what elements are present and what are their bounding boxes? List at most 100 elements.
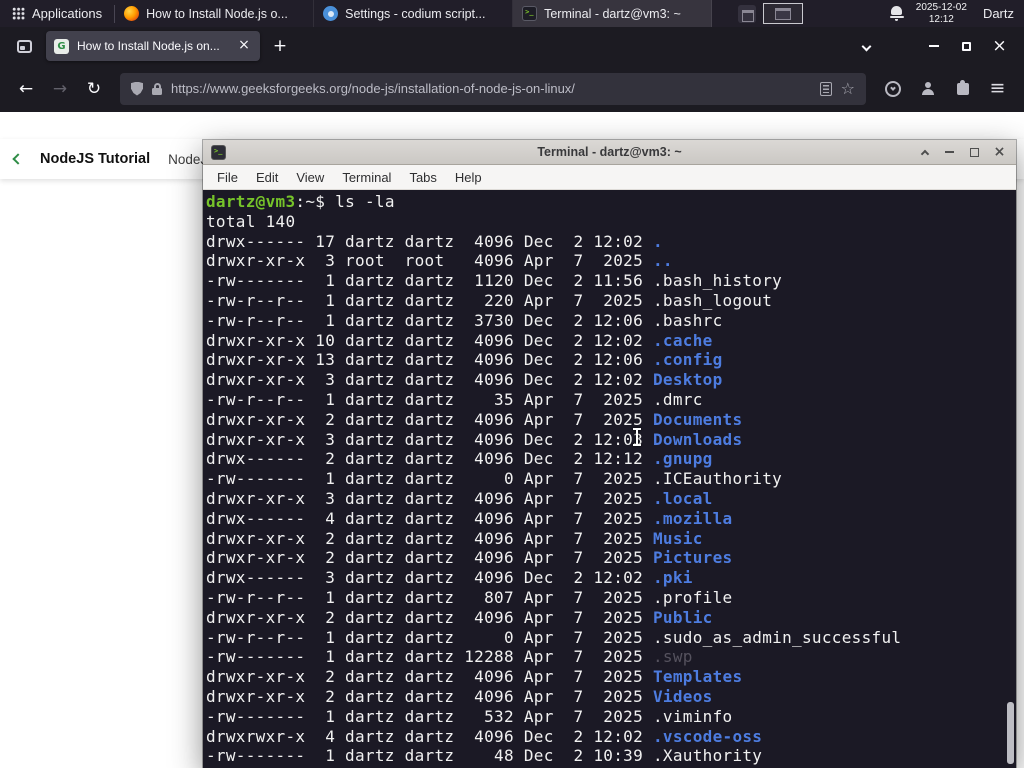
listing-meta: -rw------- 1 dartz dartz 48 Dec 2 10:39 <box>206 746 653 766</box>
listing-meta: drwxr-xr-x 13 dartz dartz 4096 Dec 2 12:… <box>206 350 653 370</box>
tracking-protection-shield-icon[interactable] <box>131 81 143 96</box>
taskbar: How to Install Node.js o... Settings - co… <box>115 0 713 27</box>
puzzle-icon <box>956 79 969 95</box>
terminal-minimize-button[interactable] <box>941 144 958 161</box>
terminal-listing-line: drwxr-xr-x 10 dartz dartz 4096 Dec 2 12:… <box>206 331 1016 351</box>
terminal-listing-line: -rw------- 1 dartz dartz 12288 Apr 7 202… <box>206 647 1016 667</box>
listing-name: .local <box>652 488 713 508</box>
notification-bell-icon[interactable] <box>889 5 904 22</box>
listing-meta: drwxr-xr-x 2 dartz dartz 4096 Apr 7 2025 <box>206 667 653 687</box>
terminal-scrollbar-thumb[interactable] <box>1007 702 1014 764</box>
listing-meta: drwx------ 2 dartz dartz 4096 Dec 2 12:1… <box>206 449 653 469</box>
minimize-button[interactable] <box>917 32 950 60</box>
settings-icon <box>323 6 339 21</box>
chevron-down-icon <box>861 41 871 51</box>
menu-edit[interactable]: Edit <box>247 170 287 185</box>
listing-meta: -rw------- 1 dartz dartz 12288 Apr 7 202… <box>206 647 653 667</box>
lock-icon[interactable] <box>152 82 162 95</box>
list-all-tabs-button[interactable] <box>851 32 881 60</box>
site-nav-title[interactable]: NodeJS Tutorial <box>40 151 150 167</box>
pocket-icon <box>884 80 901 97</box>
terminal-listing-line: -rw-r--r-- 1 dartz dartz 220 Apr 7 2025 … <box>206 291 1016 311</box>
terminal-close-button[interactable]: × <box>991 144 1008 161</box>
user-menu[interactable]: Dartz <box>983 6 1014 21</box>
extensions-button[interactable] <box>946 74 979 104</box>
listing-name: .config <box>652 350 723 370</box>
shade-button[interactable] <box>916 144 933 161</box>
terminal-maximize-button[interactable] <box>966 144 983 161</box>
applications-label: Applications <box>32 6 103 21</box>
terminal-listing-line: drwxr-xr-x 2 dartz dartz 4096 Apr 7 2025… <box>206 608 1016 628</box>
maximize-icon <box>970 147 979 157</box>
clock-time: 12:12 <box>928 13 954 25</box>
reader-mode-icon[interactable] <box>819 81 832 96</box>
listing-name: .gnupg <box>652 449 713 469</box>
browser-tab[interactable]: G How to Install Node.js on... × <box>46 31 260 61</box>
menu-help[interactable]: Help <box>446 170 491 185</box>
tray-window-icon[interactable] <box>738 4 757 23</box>
terminal-listing-line: drwxr-xr-x 2 dartz dartz 4096 Apr 7 2025… <box>206 687 1016 707</box>
taskbar-button-settings[interactable]: Settings - codium script... <box>314 0 514 27</box>
terminal-listing-line: drwxr-xr-x 2 dartz dartz 4096 Apr 7 2025… <box>206 529 1016 549</box>
listing-meta: -rw-r--r-- 1 dartz dartz 807 Apr 7 2025 <box>206 587 653 607</box>
bookmark-star-icon[interactable]: ☆ <box>841 80 855 97</box>
listing-name: Public <box>652 607 713 627</box>
listing-meta: -rw------- 1 dartz dartz 1120 Dec 2 11:5… <box>206 271 653 291</box>
listing-name: .bash_history <box>652 271 783 291</box>
chevron-left-icon <box>12 153 24 165</box>
listing-meta: drwxr-xr-x 3 dartz dartz 4096 Apr 7 2025 <box>206 488 653 508</box>
listing-name: .mozilla <box>652 508 733 528</box>
prompt-separator: : <box>295 192 306 211</box>
terminal-window-controls: × <box>916 144 1008 161</box>
close-button[interactable]: × <box>983 32 1016 60</box>
listing-meta: drwxr-xr-x 3 root root 4096 Apr 7 2025 <box>206 251 653 271</box>
account-icon <box>921 82 934 95</box>
prompt-command: ls -la <box>335 192 395 211</box>
terminal-prompt-line: dartz@vm3:~$ ls -la <box>206 192 1016 212</box>
applications-grid-icon <box>12 7 25 20</box>
listing-name: Downloads <box>652 429 743 449</box>
listing-name: .bash_logout <box>652 290 773 310</box>
minimize-icon <box>928 45 939 47</box>
forward-button[interactable]: → <box>44 74 76 104</box>
maximize-icon <box>962 41 971 51</box>
reload-button[interactable]: ↻ <box>78 74 110 104</box>
terminal-listing-line: -rw------- 1 dartz dartz 532 Apr 7 2025 … <box>206 707 1016 727</box>
terminal-title-bar[interactable]: Terminal - dartz@vm3: ~ × <box>203 140 1016 165</box>
browser-toolbar: ← → ↻ https://www.geeksforgeeks.org/node… <box>0 65 1024 112</box>
firefox-view-button[interactable] <box>10 32 38 60</box>
new-tab-button[interactable]: + <box>266 32 294 60</box>
taskbar-button-firefox[interactable]: How to Install Node.js o... <box>115 0 315 27</box>
terminal-output[interactable]: dartz@vm3:~$ ls -la total 140 drwx------ 1… <box>203 190 1016 768</box>
menu-view[interactable]: View <box>287 170 333 185</box>
menu-button[interactable]: ≡ <box>981 74 1014 104</box>
minimize-icon <box>945 151 954 153</box>
workspace-switcher[interactable] <box>763 3 804 24</box>
nav-back-button[interactable] <box>12 153 24 165</box>
pocket-button[interactable] <box>876 74 909 104</box>
account-button[interactable] <box>911 74 944 104</box>
maximize-button[interactable] <box>950 32 983 60</box>
listing-meta: drwx------ 17 dartz dartz 4096 Dec 2 12:… <box>206 231 653 251</box>
url-bar[interactable]: https://www.geeksforgeeks.org/node-js/in… <box>120 72 866 105</box>
applications-menu[interactable]: Applications <box>0 0 114 27</box>
terminal-listing-line: drwxr-xr-x 3 root root 4096 Apr 7 2025 .… <box>206 251 1016 271</box>
listing-name: .viminfo <box>652 706 733 726</box>
mouse-cursor <box>632 428 642 446</box>
back-button[interactable]: ← <box>10 74 42 104</box>
terminal-icon <box>522 6 538 21</box>
tab-close-icon[interactable]: × <box>236 38 252 54</box>
taskbar-button-terminal[interactable]: Terminal - dartz@vm3: ~ <box>513 0 713 27</box>
panel-clock[interactable]: 2025-12-02 12:12 <box>916 2 967 25</box>
terminal-listing-line: -rw------- 1 dartz dartz 1120 Dec 2 11:5… <box>206 271 1016 291</box>
prompt-symbol: $ <box>315 192 336 211</box>
terminal-listing-line: drwxr-xr-x 2 dartz dartz 4096 Apr 7 2025… <box>206 410 1016 430</box>
firefox-view-icon <box>16 39 32 53</box>
listing-name: .swp <box>652 647 693 667</box>
menu-file[interactable]: File <box>208 170 247 185</box>
menu-terminal[interactable]: Terminal <box>333 170 400 185</box>
menu-tabs[interactable]: Tabs <box>400 170 445 185</box>
browser-tab-bar: G How to Install Node.js on... × + × <box>0 27 1024 65</box>
terminal-listing-line: -rw-r--r-- 1 dartz dartz 35 Apr 7 2025 .… <box>206 390 1016 410</box>
listing-meta: drwxr-xr-x 2 dartz dartz 4096 Apr 7 2025 <box>206 409 653 429</box>
